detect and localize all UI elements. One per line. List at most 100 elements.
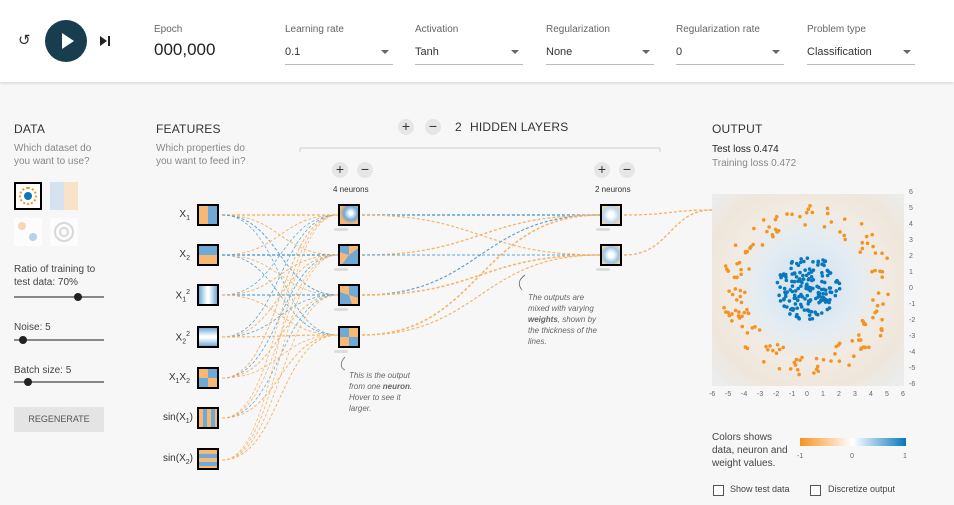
legend-tick-mid: 0: [850, 453, 854, 460]
feature-label-x1-squared: X12: [175, 289, 190, 304]
data-point: [876, 291, 881, 295]
feature-node-x1x2[interactable]: [197, 367, 219, 389]
add-neuron-layer2-button[interactable]: +: [594, 162, 610, 178]
data-point: [761, 218, 766, 222]
feature-label-x2-squared: X22: [175, 331, 190, 346]
layer1-neuron-3-bias: [334, 308, 348, 311]
data-point: [880, 275, 885, 279]
data-point: [782, 286, 787, 291]
data-point: [782, 304, 786, 308]
layer1-neuron-4[interactable]: [338, 326, 360, 348]
layer2-neuron-2-bias: [596, 268, 610, 271]
data-point: [814, 356, 819, 361]
data-point: [837, 281, 842, 286]
layer1-neuron-1[interactable]: [338, 204, 360, 226]
data-point: [837, 341, 842, 346]
data-point: [799, 257, 803, 261]
data-point: [873, 268, 877, 273]
data-point: [740, 324, 745, 329]
data-point: [871, 298, 875, 302]
data-point: [781, 273, 786, 278]
data-point: [727, 313, 732, 318]
data-point: [767, 225, 771, 229]
data-point: [776, 228, 781, 233]
data-point: [865, 241, 870, 246]
data-point: [774, 351, 779, 355]
data-point: [852, 354, 856, 359]
discretize-output-checkbox[interactable]: [810, 485, 821, 496]
data-point: [873, 251, 878, 255]
data-point: [808, 298, 813, 302]
x-tick-label: -1: [789, 391, 796, 398]
data-point: [859, 221, 864, 226]
y-tick-label: -5: [909, 365, 916, 372]
data-point: [881, 302, 885, 306]
data-point: [806, 207, 811, 212]
remove-layer-button[interactable]: −: [425, 119, 441, 135]
data-point: [825, 268, 830, 273]
layer1-neuron-4-bias: [334, 350, 348, 353]
data-point: [842, 217, 847, 221]
data-point: [789, 261, 794, 265]
x-tick-label: 0: [805, 391, 809, 398]
feature-node-x2[interactable]: [197, 244, 219, 266]
x-tick-label: 3: [853, 391, 857, 398]
data-point: [738, 288, 743, 293]
data-point: [879, 326, 884, 331]
data-point: [860, 246, 865, 251]
layer1-neuron-3[interactable]: [338, 284, 360, 306]
feature-node-sin-x2[interactable]: [197, 448, 219, 470]
data-point: [739, 267, 743, 272]
remove-neuron-layer1-button[interactable]: −: [357, 162, 373, 178]
remove-neuron-layer2-button[interactable]: −: [619, 162, 635, 178]
show-test-data-checkbox[interactable]: [713, 485, 724, 496]
data-point: [757, 328, 762, 332]
legend-tick-max: 1: [903, 453, 907, 460]
data-point: [821, 357, 826, 362]
data-point: [743, 249, 748, 254]
data-point: [807, 267, 812, 271]
data-point: [808, 285, 813, 290]
feature-node-x1-squared[interactable]: [197, 284, 219, 306]
y-tick-label: -4: [909, 349, 916, 356]
data-point: [774, 214, 779, 219]
data-point: [782, 297, 786, 302]
x-tick-label: -4: [741, 391, 748, 398]
add-layer-button[interactable]: +: [398, 119, 414, 135]
layer2-neuron-2[interactable]: [600, 244, 622, 266]
data-point: [822, 280, 827, 285]
data-point: [798, 214, 802, 219]
data-point: [747, 267, 751, 271]
data-point: [778, 285, 782, 289]
y-tick-label: 1: [909, 269, 913, 276]
feature-label-x1: X1: [179, 209, 190, 222]
data-point: [801, 273, 805, 278]
output-scatter: [722, 204, 890, 377]
data-point: [813, 310, 818, 314]
layer1-neuron-2[interactable]: [338, 244, 360, 266]
y-tick-label: -6: [909, 381, 916, 388]
data-point: [790, 279, 794, 284]
data-point: [781, 345, 786, 350]
data-point: [825, 206, 830, 211]
data-point: [764, 344, 768, 349]
feature-node-sin-x1[interactable]: [197, 407, 219, 429]
feature-node-x1[interactable]: [197, 204, 219, 226]
data-point: [810, 316, 815, 321]
feature-node-x2-squared[interactable]: [197, 326, 219, 348]
y-tick-label: -2: [909, 317, 916, 324]
data-point: [827, 286, 832, 290]
output-heatmap[interactable]: [712, 194, 904, 386]
data-point: [829, 359, 833, 363]
layer2-neuron-1[interactable]: [600, 204, 622, 226]
data-point: [815, 284, 819, 289]
x-tick-label: 4: [869, 391, 873, 398]
data-point: [798, 358, 802, 362]
data-point: [794, 357, 799, 362]
data-point: [809, 310, 814, 314]
x-tick-label: -6: [709, 391, 716, 398]
data-point: [797, 316, 801, 321]
neuron-output-note: This is the output from one neuron. Hove…: [349, 371, 413, 413]
data-point: [806, 308, 811, 313]
add-neuron-layer1-button[interactable]: +: [332, 162, 348, 178]
